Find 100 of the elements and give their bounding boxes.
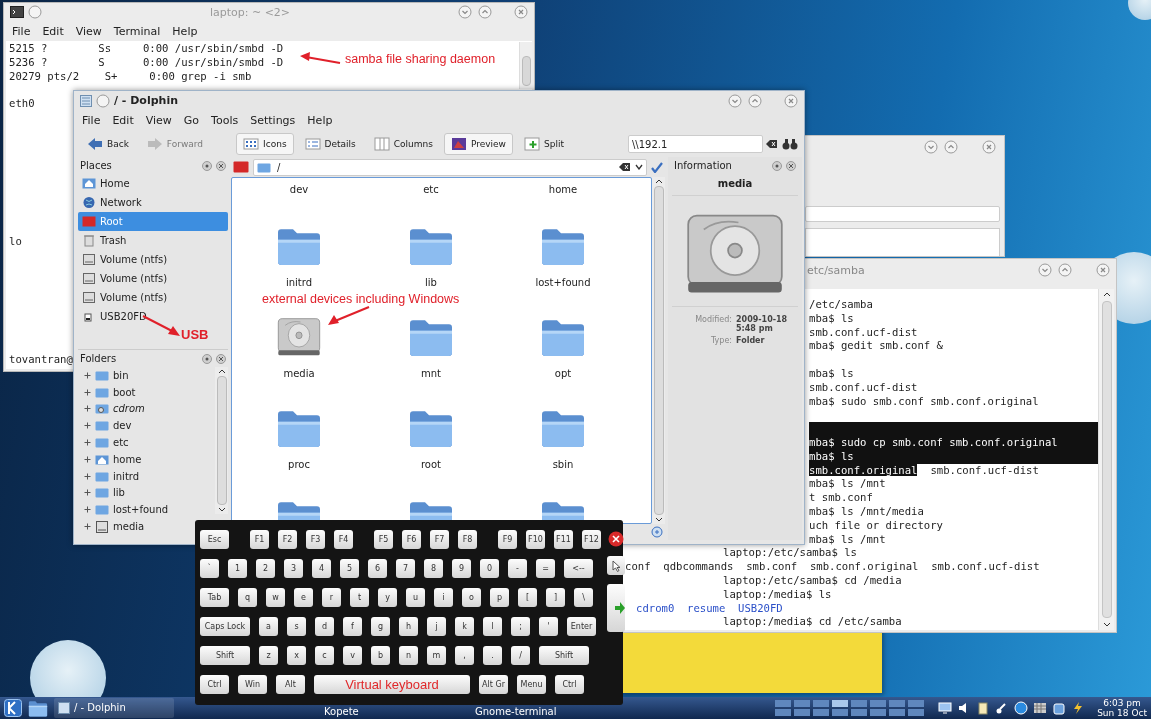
key[interactable]: `	[200, 559, 219, 578]
folder-label[interactable]: home	[548, 184, 578, 195]
places-item[interactable]: Volume (ntfs)	[78, 288, 228, 307]
key[interactable]: F1	[250, 530, 269, 549]
folder-label[interactable]: dev	[289, 184, 309, 195]
menu-item[interactable]: Go	[183, 114, 200, 127]
back-button[interactable]: Back	[80, 133, 136, 155]
folder-tree-item[interactable]: lost+found	[78, 501, 171, 519]
key[interactable]: '	[539, 617, 558, 636]
menu-item[interactable]: Help	[307, 114, 333, 127]
folder-tree-item[interactable]: bin	[78, 367, 131, 384]
scrollbar[interactable]	[652, 177, 665, 524]
key[interactable]: q	[238, 588, 257, 607]
folder-label[interactable]: lib	[425, 277, 437, 288]
breadcrumb-link[interactable]: /	[275, 161, 283, 173]
menu-item[interactable]: Edit	[112, 114, 134, 127]
key[interactable]: Tab	[200, 588, 229, 607]
folder-tree-item[interactable]: initrd	[78, 467, 142, 485]
key[interactable]: r	[322, 588, 341, 607]
side-key[interactable]	[607, 584, 625, 632]
key[interactable]: c	[315, 646, 334, 665]
key[interactable]: n	[399, 646, 418, 665]
key[interactable]: p	[490, 588, 509, 607]
folder-tree-item[interactable]: home	[78, 451, 144, 468]
key[interactable]: t	[350, 588, 369, 607]
menu-item[interactable]: Edit	[42, 24, 64, 38]
location-field[interactable]: \\192.1	[628, 135, 763, 153]
expander-icon[interactable]	[84, 405, 91, 413]
zoom-icon[interactable]	[651, 526, 663, 538]
key[interactable]: 8	[424, 559, 443, 578]
key[interactable]: Shift	[539, 646, 589, 665]
menu-item[interactable]: Terminal	[113, 24, 161, 38]
key[interactable]: b	[371, 646, 390, 665]
menu-item[interactable]: Settings	[250, 114, 296, 127]
taskbar-task[interactable]: Gnome-terminal	[471, 706, 621, 719]
details-button[interactable]: Details	[297, 133, 363, 155]
folder-label[interactable]: media	[283, 368, 315, 379]
key[interactable]: e	[294, 588, 313, 607]
caret-icon[interactable]	[635, 164, 643, 170]
menu-item[interactable]: Help	[172, 24, 198, 38]
key[interactable]: -	[508, 559, 527, 578]
folder-label[interactable]: root	[420, 459, 442, 470]
folder-tree-item[interactable]: boot	[78, 383, 138, 401]
check-icon[interactable]	[651, 161, 663, 173]
float-icon[interactable]	[202, 353, 212, 364]
key[interactable]: Alt Gr	[479, 675, 508, 694]
key[interactable]: Alt	[276, 675, 305, 694]
expander-icon[interactable]	[84, 523, 91, 531]
key[interactable]: h	[399, 617, 418, 636]
key[interactable]: ,	[455, 646, 474, 665]
pointer-key[interactable]	[607, 556, 625, 575]
folder-label[interactable]: mnt	[421, 368, 441, 379]
expander-icon[interactable]	[84, 455, 91, 463]
clock[interactable]: 6:03 pm Sun 18 Oct	[1097, 698, 1147, 718]
desktop-pager[interactable]	[775, 700, 925, 716]
key[interactable]: Caps Lock	[200, 617, 250, 636]
key[interactable]: =	[536, 559, 555, 578]
folder-label[interactable]: opt	[554, 368, 572, 379]
key[interactable]: .	[483, 646, 502, 665]
menu-item[interactable]: View	[145, 114, 172, 127]
key[interactable]: Esc	[200, 530, 229, 549]
preview-button[interactable]: Preview	[443, 133, 513, 155]
columns-button[interactable]: Columns	[366, 133, 440, 155]
key[interactable]: s	[287, 617, 306, 636]
key[interactable]: F8	[458, 530, 477, 549]
key[interactable]: F7	[430, 530, 449, 549]
key[interactable]: [	[518, 588, 537, 607]
clipboard-icon[interactable]	[976, 701, 991, 715]
key[interactable]: l	[483, 617, 502, 636]
places-item[interactable]: Volume (ntfs)	[78, 269, 228, 288]
menu-item[interactable]: Tools	[211, 114, 239, 127]
key[interactable]: F3	[306, 530, 325, 549]
binoculars-icon[interactable]	[782, 138, 798, 150]
key[interactable]: Menu	[517, 675, 546, 694]
icons-button[interactable]: Icons	[236, 133, 294, 155]
expander-icon[interactable]	[84, 506, 91, 514]
key[interactable]: 6	[368, 559, 387, 578]
key[interactable]: 4	[312, 559, 331, 578]
folder-tree-item[interactable]: media	[78, 518, 147, 535]
folder-tree-item[interactable]: cdrom	[78, 400, 147, 418]
key[interactable]: Ctrl	[200, 675, 229, 694]
expander-icon[interactable]	[84, 422, 91, 430]
key[interactable]: F12	[582, 530, 601, 549]
key[interactable]: 9	[452, 559, 471, 578]
monitor-icon[interactable]	[938, 701, 953, 715]
split-button[interactable]: Split	[517, 133, 571, 155]
places-item[interactable]: Home	[78, 174, 228, 193]
key[interactable]: /	[511, 646, 530, 665]
folder-label[interactable]: proc	[288, 459, 310, 470]
key[interactable]: d	[315, 617, 334, 636]
key[interactable]: g	[371, 617, 390, 636]
expander-icon[interactable]	[84, 489, 91, 497]
close-icon[interactable]	[216, 160, 226, 171]
expander-icon[interactable]	[84, 439, 91, 447]
key[interactable]: o	[462, 588, 481, 607]
launcher-icon[interactable]	[4, 699, 22, 717]
key[interactable]: F6	[402, 530, 421, 549]
folder-label[interactable]: lost+found	[535, 277, 591, 288]
key[interactable]: 7	[396, 559, 415, 578]
key[interactable]: j	[427, 617, 446, 636]
